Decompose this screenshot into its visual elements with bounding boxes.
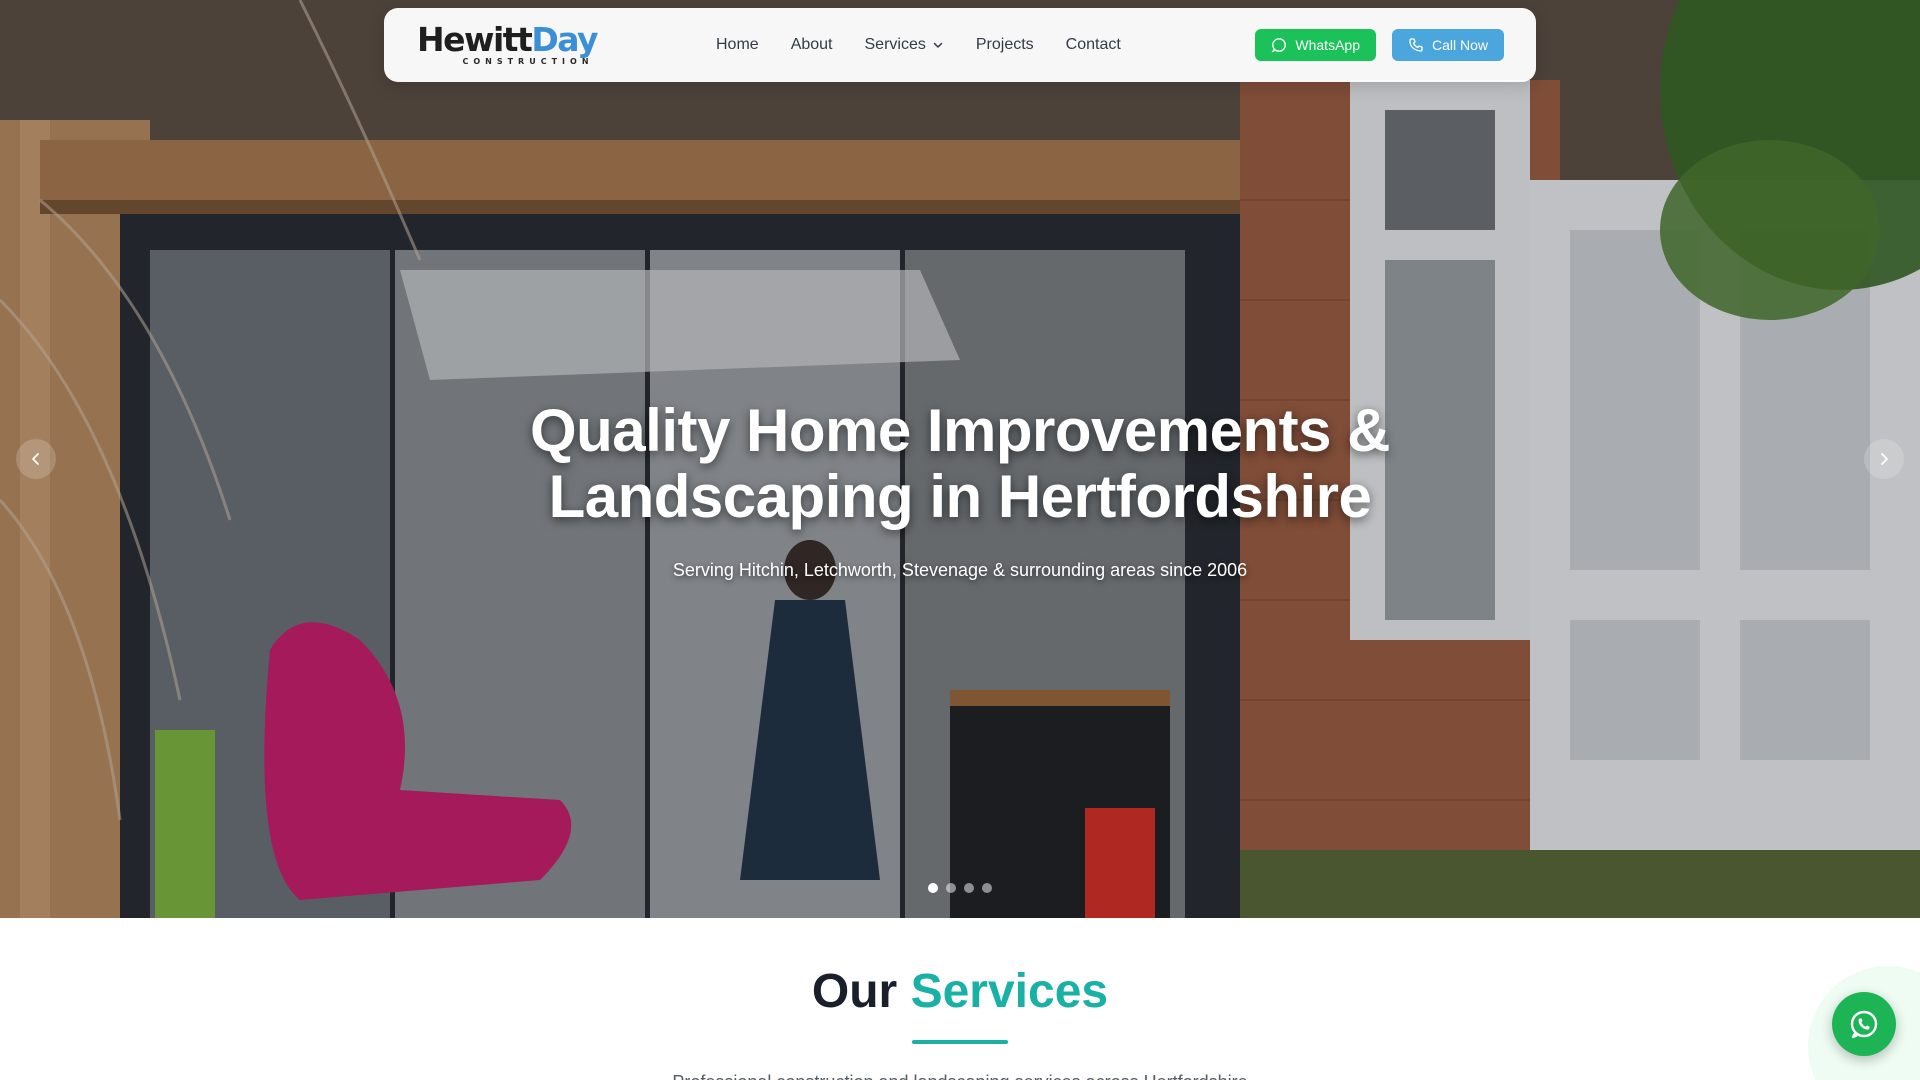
nav-services-label: Services: [864, 36, 926, 53]
services-subtitle: Professional construction and landscapin…: [0, 1072, 1920, 1080]
nav-home[interactable]: Home: [716, 36, 759, 54]
services-title-underline: [912, 1040, 1008, 1044]
call-now-button-label: Call Now: [1431, 37, 1488, 53]
carousel-prev-button[interactable]: [16, 439, 56, 479]
hero-title: Quality Home Improvements & Landscaping …: [0, 398, 1920, 530]
nav-actions: WhatsApp Call Now: [1255, 29, 1504, 61]
main-navbar: HewittDay CONSTRUCTION Home About Servic…: [384, 8, 1536, 82]
hero-content: Quality Home Improvements & Landscaping …: [0, 398, 1920, 581]
hero-title-line1: Quality Home Improvements &: [529, 397, 1391, 464]
chevron-left-icon: [32, 453, 39, 465]
whatsapp-icon: [1850, 1010, 1878, 1039]
services-title: Our Services: [0, 964, 1920, 1020]
services-title-part1: Our: [811, 965, 898, 1018]
chevron-down-icon: [933, 42, 943, 48]
site-logo[interactable]: HewittDay CONSTRUCTION: [416, 23, 599, 66]
carousel-dot-4[interactable]: [982, 883, 992, 893]
nav-services-dropdown[interactable]: Services: [865, 36, 944, 54]
carousel-dot-2[interactable]: [946, 883, 956, 893]
services-title-part2: Services: [910, 965, 1109, 1018]
carousel-indicators: [928, 883, 992, 893]
nav-contact[interactable]: Contact: [1066, 36, 1121, 54]
whatsapp-button[interactable]: WhatsApp: [1255, 29, 1376, 61]
nav-links: Home About Services Projects Contact: [716, 36, 1121, 54]
hero-carousel: Quality Home Improvements & Landscaping …: [0, 0, 1920, 918]
chevron-right-icon: [1881, 453, 1888, 465]
hero-title-line2: Landscaping in Hertfordshire: [548, 463, 1372, 530]
carousel-dot-3[interactable]: [964, 883, 974, 893]
logo-name-part2: Day: [531, 20, 598, 59]
logo-name-part1: Hewitt: [416, 20, 533, 59]
carousel-dot-1[interactable]: [928, 883, 938, 893]
nav-projects[interactable]: Projects: [976, 36, 1034, 54]
logo-tagline: CONSTRUCTION: [462, 57, 594, 66]
whatsapp-float-button[interactable]: [1832, 992, 1896, 1056]
services-section: Our Services Professional construction a…: [0, 918, 1920, 1080]
logo-wordmark: HewittDay: [417, 23, 599, 56]
phone-icon: [1409, 38, 1423, 52]
nav-about[interactable]: About: [791, 36, 833, 54]
whatsapp-icon: [1271, 38, 1287, 53]
hero-subtitle: Serving Hitchin, Letchworth, Stevenage &…: [672, 560, 1248, 580]
call-now-button[interactable]: Call Now: [1391, 29, 1504, 61]
whatsapp-button-label: WhatsApp: [1295, 37, 1360, 53]
carousel-next-button[interactable]: [1864, 439, 1904, 479]
